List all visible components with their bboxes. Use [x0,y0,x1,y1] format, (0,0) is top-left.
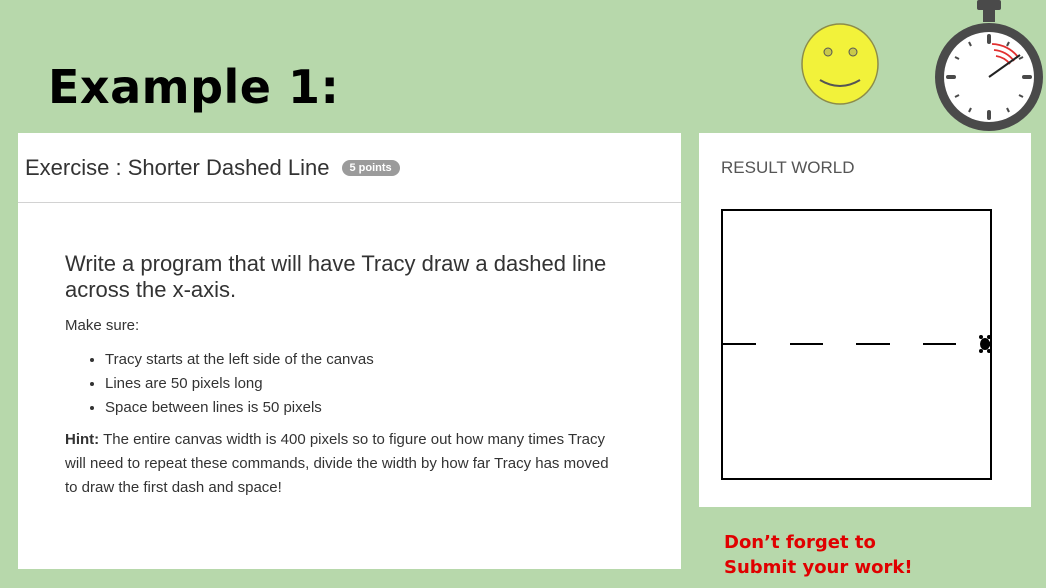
list-item: Space between lines is 50 pixels [105,396,625,420]
exercise-prompt: Write a program that will have Tracy dra… [65,251,607,302]
result-canvas [721,209,994,480]
points-badge: 5 points [341,159,400,176]
exercise-instructions: Write a program that will have Tracy dra… [65,251,625,500]
reminder-line-2: Submit your work! [724,557,913,578]
dashed-line-drawing [723,335,994,353]
submit-reminder: Don’t forget to Submit your work! [724,530,913,580]
hint-label: Hint: [65,431,100,448]
exercise-panel: Exercise : Shorter Dashed Line 5 points … [18,133,681,569]
turtle-icon [979,335,994,353]
requirements-list: Tracy starts at the left side of the can… [65,348,625,420]
smiley-face-icon [801,23,879,105]
stopwatch-icon [935,0,1043,131]
list-item: Tracy starts at the left side of the can… [105,348,625,372]
result-panel: RESULT WORLD [699,133,1031,507]
slide-title: Example 1: [48,60,340,114]
hint: Hint: The entire canvas width is 400 pix… [65,428,625,500]
make-sure-label: Make sure: [65,317,140,334]
reminder-line-1: Don’t forget to [724,532,876,553]
exercise-title: Exercise : Shorter Dashed Line [25,154,330,180]
exercise-header: Exercise : Shorter Dashed Line 5 points [18,133,681,203]
list-item: Lines are 50 pixels long [105,372,625,396]
result-world-label: RESULT WORLD [721,158,855,177]
hint-text: The entire canvas width is 400 pixels so… [65,431,609,496]
